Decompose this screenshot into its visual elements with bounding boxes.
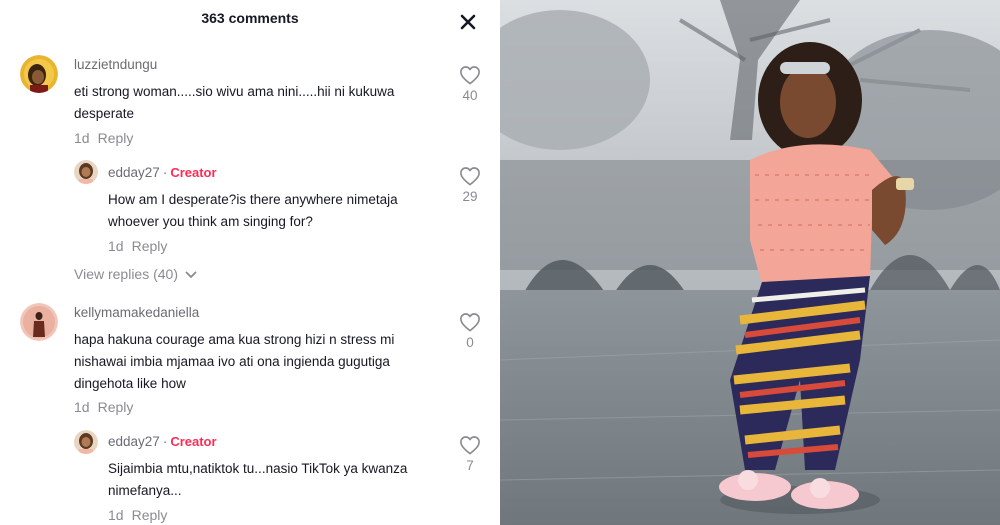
comment-meta: 1d Reply (108, 507, 167, 523)
avatar[interactable] (74, 160, 98, 184)
video-frame[interactable] (500, 0, 1000, 525)
comment-username: edday27 · Creator (108, 165, 217, 180)
comment-meta: 1d Reply (74, 130, 133, 146)
heart-outline-icon (460, 436, 480, 455)
comment-meta: 1d Reply (108, 238, 167, 254)
reply-button[interactable]: Reply (98, 399, 134, 415)
like-count: 0 (466, 335, 474, 350)
view-replies-button[interactable]: View replies (40) (74, 266, 197, 282)
comment-text-line: hapa hakuna courage ama kua strong hizi … (74, 332, 395, 347)
comment-age: 1d (108, 507, 124, 523)
like-button[interactable]: 29 (455, 166, 485, 204)
comment-text-line: nishawai imbia mjamaa ivo ati ona ingien… (74, 354, 390, 369)
heart-outline-icon (460, 66, 480, 85)
creator-badge: Creator (170, 165, 217, 180)
close-button[interactable] (458, 12, 478, 32)
comment-age: 1d (74, 399, 90, 415)
comments-count-title: 363 comments (201, 10, 299, 26)
comment-username[interactable]: luzzietndungu (74, 57, 157, 72)
comment-text-line: dingehota like how (74, 376, 186, 391)
comment-username[interactable]: kellymamakedaniella (74, 305, 199, 320)
chevron-down-icon (185, 271, 197, 279)
creator-badge: Creator (170, 434, 217, 449)
like-button[interactable]: 40 (455, 65, 485, 103)
comment-meta: 1d Reply (74, 399, 133, 415)
reply-button[interactable]: Reply (132, 238, 168, 254)
comment-text-line: whoever you think am singing for? (108, 214, 313, 229)
like-count: 29 (462, 189, 478, 204)
comment-text: How am I desperate?is there anywhere nim… (108, 189, 438, 233)
comment-age: 1d (108, 238, 124, 254)
comment-text: hapa hakuna courage ama kua strong hizi … (74, 329, 454, 395)
comment-text-line: nimefanya... (108, 483, 182, 498)
heart-outline-icon (460, 313, 480, 332)
creator-username[interactable]: edday27 (108, 165, 160, 180)
comment-text: eti strong woman.....sio wivu ama nini..… (74, 81, 444, 125)
comment-text-line: How am I desperate?is there anywhere nim… (108, 192, 398, 207)
avatar[interactable] (20, 303, 58, 341)
comment-text-line: eti strong woman.....sio wivu ama nini..… (74, 84, 395, 99)
close-icon (460, 14, 476, 30)
view-replies-label: View replies (40) (74, 266, 179, 282)
video-image (500, 0, 1000, 525)
creator-username[interactable]: edday27 (108, 434, 160, 449)
comment-text: Sijaimbia mtu,natiktok tu...nasio TikTok… (108, 458, 448, 502)
comments-panel: 363 comments luzzietndungu eti strong wo… (0, 0, 500, 525)
like-button[interactable]: 7 (455, 435, 485, 473)
reply-button[interactable]: Reply (132, 507, 168, 523)
avatar[interactable] (20, 55, 58, 93)
like-count: 7 (466, 458, 474, 473)
comment-username: edday27 · Creator (108, 434, 217, 449)
reply-button[interactable]: Reply (98, 130, 134, 146)
comment-age: 1d (74, 130, 90, 146)
comment-text-line: Sijaimbia mtu,natiktok tu...nasio TikTok… (108, 461, 408, 476)
avatar[interactable] (74, 430, 98, 454)
like-button[interactable]: 0 (455, 312, 485, 350)
heart-outline-icon (460, 167, 480, 186)
like-count: 40 (462, 88, 478, 103)
comment-text-line: desperate (74, 106, 135, 121)
